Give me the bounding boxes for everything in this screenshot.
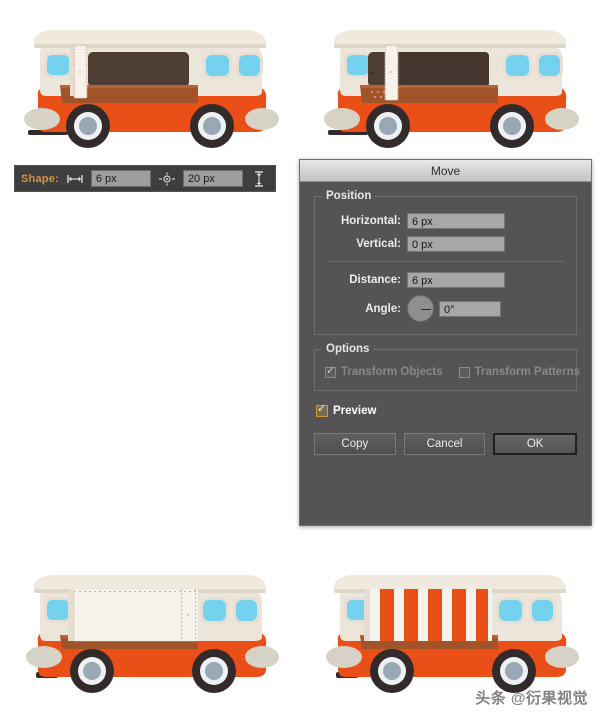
horizontal-label: Horizontal: bbox=[340, 215, 401, 227]
options-group: Options Transform Objects Transform Patt… bbox=[314, 343, 580, 391]
angle-field-row: Angle: 0° bbox=[325, 295, 566, 322]
distance-label: Distance: bbox=[349, 274, 401, 286]
shape-spacing-input[interactable]: 20 px bbox=[182, 170, 243, 187]
illustration-van-top-right bbox=[300, 0, 600, 160]
dialog-button-row: Copy Cancel OK bbox=[314, 433, 578, 455]
ok-button[interactable]: OK bbox=[493, 433, 578, 455]
angle-dial[interactable] bbox=[407, 295, 434, 322]
illustration-van-top-left bbox=[0, 0, 300, 160]
cancel-button[interactable]: Cancel bbox=[403, 433, 486, 455]
shape-toolbar-label: Shape: bbox=[21, 172, 59, 185]
options-group-legend: Options bbox=[322, 343, 374, 355]
distance-input[interactable]: 6 px bbox=[407, 272, 505, 288]
vertical-field-row: Vertical: 0 px bbox=[325, 236, 566, 252]
transform-patterns-box bbox=[458, 366, 470, 378]
transform-objects-checkbox[interactable]: Transform Objects bbox=[325, 365, 443, 378]
dialog-titlebar[interactable]: Move bbox=[300, 160, 591, 182]
preview-label: Preview bbox=[333, 405, 377, 417]
watermark: 头条 @衍果视觉 bbox=[475, 690, 588, 707]
illustration-van-bottom-left bbox=[0, 553, 300, 713]
van-bottom-left-svg bbox=[0, 553, 300, 713]
shape-toolbar[interactable]: Shape: 6 px 20 px bbox=[14, 165, 276, 192]
distance-field-row: Distance: 6 px bbox=[325, 272, 566, 288]
dialog-title: Move bbox=[430, 163, 461, 178]
shape-horizontal-input[interactable]: 6 px bbox=[90, 170, 151, 187]
rivet-spacing-icon bbox=[157, 171, 177, 187]
angle-label: Angle: bbox=[365, 302, 401, 315]
angle-input[interactable]: 0° bbox=[439, 300, 501, 317]
horizontal-distance-icon bbox=[65, 171, 85, 187]
position-group: Position Horizontal: 6 px Vertical: 0 px… bbox=[314, 190, 577, 335]
transform-patterns-label: Transform Patterns bbox=[474, 366, 581, 378]
move-dialog[interactable]: Move Position Horizontal: 6 px Vertical:… bbox=[299, 159, 592, 526]
van-top-right-svg bbox=[300, 0, 600, 160]
transform-objects-label: Transform Objects bbox=[341, 366, 443, 378]
transform-patterns-checkbox[interactable]: Transform Patterns bbox=[458, 366, 581, 378]
preview-checkbox[interactable]: Preview bbox=[316, 403, 577, 417]
vertical-label: Vertical: bbox=[356, 238, 401, 250]
van-top-left-svg bbox=[0, 0, 300, 160]
transform-objects-box bbox=[325, 365, 336, 378]
position-divider bbox=[327, 261, 564, 262]
dialog-body: Position Horizontal: 6 px Vertical: 0 px… bbox=[300, 182, 591, 465]
options-row: Transform Objects Transform Patterns bbox=[325, 365, 580, 378]
position-group-legend: Position bbox=[322, 190, 376, 202]
vertical-distance-icon bbox=[249, 170, 269, 187]
horizontal-field-row: Horizontal: 6 px bbox=[325, 213, 566, 229]
preview-box bbox=[316, 403, 328, 417]
copy-button[interactable]: Copy bbox=[314, 433, 396, 455]
vertical-input[interactable]: 0 px bbox=[407, 236, 505, 252]
horizontal-input[interactable]: 6 px bbox=[407, 213, 505, 229]
